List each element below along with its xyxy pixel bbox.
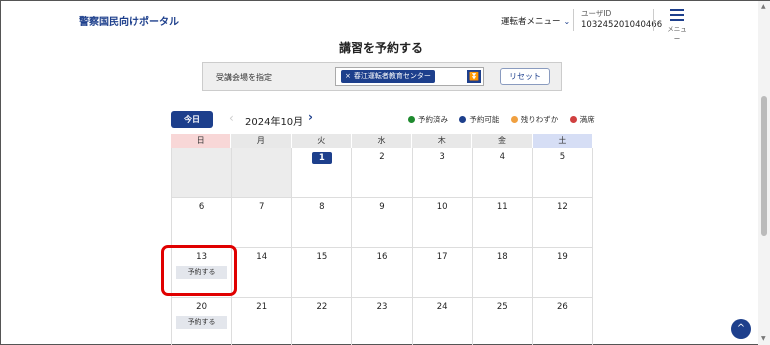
calendar-day[interactable]: 6: [171, 198, 233, 247]
weekday-thu: 木: [412, 134, 473, 148]
calendar-week: 20 予約する 21 22 23 24 25 26: [171, 298, 593, 345]
scroll-to-top-button[interactable]: ^: [731, 319, 751, 339]
portal-title[interactable]: 警察国民向けポータル: [79, 13, 179, 28]
calendar-day[interactable]: 24: [413, 298, 473, 345]
calendar-day-empty: [232, 148, 293, 197]
calendar-day-empty: [171, 148, 233, 197]
legend-label: 予約可能: [469, 115, 500, 124]
next-month-icon[interactable]: ›: [308, 110, 313, 124]
reserve-button[interactable]: 予約する: [176, 316, 228, 329]
month-label: 2024年10月: [245, 117, 304, 128]
calendar-day[interactable]: 5: [533, 148, 593, 197]
calendar-day[interactable]: 22: [292, 298, 353, 345]
calendar-day[interactable]: 2: [352, 148, 413, 197]
page-title: 講習を予約する: [338, 41, 423, 55]
legend-label: 満席: [579, 115, 595, 124]
venue-tag: × 春江運転者教育センター: [341, 70, 435, 83]
weekday-sat: 土: [532, 134, 593, 148]
calendar-week: 1 2 3 4 5: [171, 148, 593, 198]
day-number: 20: [196, 302, 207, 312]
highlight-annotation: [161, 245, 237, 296]
chevron-down-icon: ⌄: [563, 17, 571, 26]
calendar-day[interactable]: 25: [473, 298, 533, 345]
weekday-tue: 火: [291, 134, 352, 148]
calendar-day[interactable]: 21: [232, 298, 293, 345]
calendar-day[interactable]: 1: [292, 148, 353, 197]
status-dot-icon: [408, 116, 415, 123]
legend: 予約済み 予約可能 残りわずか 満席: [408, 114, 604, 125]
legend-item: 予約可能: [459, 114, 499, 125]
calendar-day[interactable]: 7: [232, 198, 293, 247]
calendar-day[interactable]: 19: [533, 248, 593, 297]
user-id-label: ユーザID: [581, 9, 612, 18]
legend-item: 残りわずか: [510, 114, 559, 125]
venue-filter: 受講会場を指定 × 春江運転者教育センター ⏬ リセット: [202, 62, 562, 91]
venue-tag-label: 春江運転者教育センター: [353, 72, 431, 80]
calendar-header: 日 月 火 水 木 金 土: [171, 134, 593, 148]
dropdown-icon[interactable]: ⏬: [467, 70, 481, 83]
scroll-thumb[interactable]: [761, 96, 767, 236]
calendar-day[interactable]: 12: [533, 198, 593, 247]
weekday-fri: 金: [472, 134, 533, 148]
header: 警察国民向けポータル 運転者メニュー ⌄ ユーザID 10324520104046…: [1, 1, 757, 43]
status-dot-icon: [510, 116, 518, 123]
calendar-day[interactable]: 20 予約する: [171, 298, 233, 345]
venue-select[interactable]: × 春江運転者教育センター ⏬: [335, 67, 484, 86]
remove-icon[interactable]: ×: [345, 72, 351, 80]
calendar-day[interactable]: 16: [352, 248, 413, 297]
calendar-day[interactable]: 4: [473, 148, 533, 197]
driver-menu-button[interactable]: 運転者メニュー ⌄: [501, 15, 570, 27]
calendar-day[interactable]: 10: [413, 198, 473, 247]
status-dot-icon: [569, 116, 577, 123]
calendar-day[interactable]: 17: [413, 248, 473, 297]
user-id-value: 103245201040466: [581, 20, 663, 30]
legend-item: 予約済み: [408, 114, 448, 125]
weekday-sun: 日: [171, 134, 232, 148]
calendar-week: 6 7 8 9 10 11 12: [171, 198, 593, 248]
scroll-down-icon[interactable]: ▼: [761, 335, 766, 342]
calendar-day[interactable]: 3: [413, 148, 473, 197]
weekday-wed: 水: [351, 134, 413, 148]
calendar-day[interactable]: 26: [533, 298, 593, 345]
calendar-day[interactable]: 18: [473, 248, 533, 297]
divider: [573, 9, 574, 31]
reset-button[interactable]: リセット: [500, 68, 550, 85]
calendar-day[interactable]: 11: [473, 198, 533, 247]
legend-label: 残りわずか: [520, 115, 559, 124]
legend-label: 予約済み: [418, 115, 448, 124]
calendar-day[interactable]: 23: [352, 298, 413, 345]
today-button[interactable]: 今日: [171, 111, 213, 128]
calendar: 日 月 火 水 木 金 土 1 2 3 4 5 6 7 8 9 10 11 12…: [171, 134, 593, 345]
calendar-day[interactable]: 14: [232, 248, 293, 297]
status-dot-icon: [459, 116, 467, 123]
venue-label: 受講会場を指定: [216, 73, 272, 82]
divider: [653, 9, 654, 31]
calendar-day[interactable]: 9: [352, 198, 413, 247]
hamburger-icon: [670, 9, 684, 21]
legend-item: 満席: [569, 114, 595, 125]
today-date: 1: [311, 152, 332, 164]
prev-month-icon[interactable]: ‹: [229, 111, 234, 125]
calendar-day[interactable]: 8: [292, 198, 353, 247]
calendar-day[interactable]: 15: [292, 248, 353, 297]
scroll-up-icon[interactable]: ▲: [761, 3, 766, 10]
driver-menu-label: 運転者メニュー: [501, 17, 561, 27]
weekday-mon: 月: [231, 134, 292, 148]
menu-button[interactable]: メニュー: [665, 9, 689, 43]
